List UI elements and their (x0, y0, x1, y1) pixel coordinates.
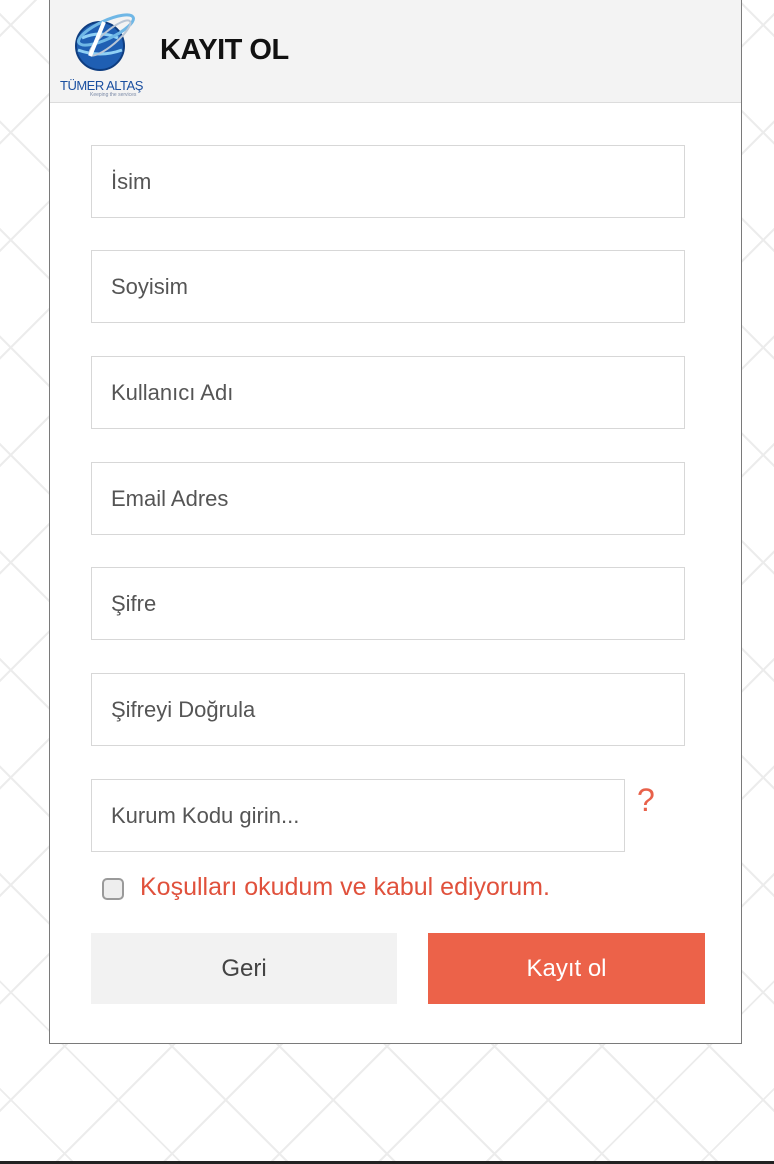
page-title: KAYIT OL (160, 34, 289, 66)
first-name-input[interactable] (91, 145, 685, 218)
back-button[interactable]: Geri (91, 933, 397, 1004)
username-input[interactable] (91, 356, 685, 429)
card-header: TÜMER ALTAŞ Keeping the services KAYIT O… (50, 0, 741, 103)
terms-checkbox[interactable] (102, 878, 124, 900)
logo-wordmark: TÜMER ALTAŞ (60, 78, 143, 93)
register-button[interactable]: Kayıt ol (428, 933, 705, 1004)
terms-label[interactable]: Koşulları okudum ve kabul ediyorum. (140, 873, 550, 902)
password-confirm-input[interactable] (91, 673, 685, 746)
last-name-input[interactable] (91, 250, 685, 323)
company-logo: TÜMER ALTAŞ Keeping the services (60, 8, 152, 98)
register-card: TÜMER ALTAŞ Keeping the services KAYIT O… (49, 0, 742, 1044)
org-code-help-icon[interactable]: ? (637, 782, 655, 819)
email-input[interactable] (91, 462, 685, 535)
password-input[interactable] (91, 567, 685, 640)
org-code-input[interactable] (91, 779, 625, 852)
logo-tagline: Keeping the services (90, 92, 137, 98)
globe-logo-icon (75, 13, 135, 71)
